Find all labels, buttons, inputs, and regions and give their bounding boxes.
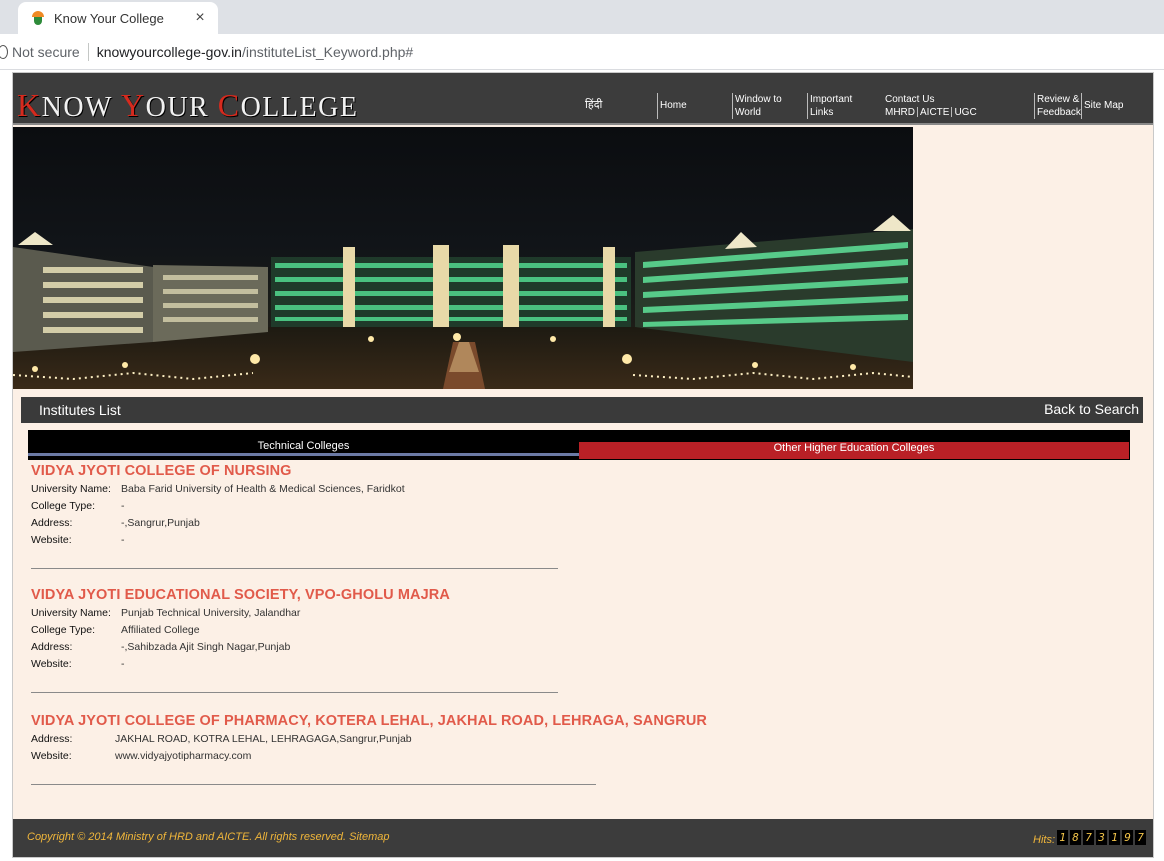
college-name-link[interactable]: VIDYA JYOTI COLLEGE OF NURSING <box>31 463 1131 479</box>
hit-counter: 1 8 7 3 1 9 7 <box>1057 830 1146 845</box>
nav-divider <box>807 93 808 119</box>
url-text[interactable]: knowyourcollege-gov.in/instituteList_Key… <box>97 44 413 60</box>
tab-other-higher-education[interactable]: Other Higher Education Colleges <box>579 442 1129 459</box>
hit-digit: 8 <box>1070 830 1081 845</box>
website-link[interactable]: www.vidyajyotipharmacy.com <box>115 750 251 762</box>
tab-title: Know Your College <box>54 10 164 26</box>
nav-mhrd[interactable]: MHRD <box>885 107 915 118</box>
browser-tabstrip: Know Your College × <box>0 0 1164 34</box>
nav-contact-us[interactable]: Contact Us <box>885 93 977 106</box>
list-item: VIDYA JYOTI COLLEGE OF NURSING Universit… <box>31 463 1131 569</box>
nav-important-links[interactable]: Important Links <box>810 93 852 119</box>
hits-label: Hits: <box>1033 834 1055 846</box>
nav-contact: Contact Us MHRD AICTE UGC <box>885 93 977 119</box>
nav-divider <box>1081 93 1082 119</box>
close-icon[interactable]: × <box>192 10 208 26</box>
hit-digit: 7 <box>1083 830 1094 845</box>
address-field: Address: JAKHAL ROAD, KOTRA LEHAL, LEHRAG… <box>31 733 412 745</box>
address-field: Address: -,Sahibzada Ajit Singh Nagar,Pun… <box>31 641 291 653</box>
info-icon[interactable] <box>0 44 8 59</box>
university-field: University Name: Baba Farid University of… <box>31 483 405 495</box>
address-divider <box>87 42 89 61</box>
website-field: Website: - <box>31 658 125 670</box>
page: KNOW YOUR COLLEGE हिंदी Home Window to Wo… <box>12 72 1154 858</box>
hit-digit: 1 <box>1109 830 1120 845</box>
browser-tab[interactable]: Know Your College × <box>18 2 218 34</box>
back-to-search-link[interactable]: Back to Search <box>1044 401 1139 417</box>
institutes-list-title: Institutes List <box>39 402 121 418</box>
favicon-icon <box>30 10 46 26</box>
address-bar[interactable]: Not secure knowyourcollege-gov.in/instit… <box>0 34 1164 70</box>
hit-digit: 3 <box>1096 830 1107 845</box>
campus-illustration <box>13 215 913 389</box>
security-label[interactable]: Not secure <box>12 44 80 60</box>
hit-digit: 9 <box>1122 830 1133 845</box>
tab-technical-colleges[interactable]: Technical Colleges <box>28 430 579 456</box>
nav-aicte[interactable]: AICTE <box>920 107 949 118</box>
hit-digit: 7 <box>1135 830 1146 845</box>
nav-divider <box>657 93 658 119</box>
nav-review-feedback[interactable]: Review & Feedback <box>1037 93 1081 119</box>
entry-divider <box>31 568 558 569</box>
site-footer: Copyright © 2014 Ministry of HRD and AIC… <box>13 819 1153 857</box>
university-field: University Name: Punjab Technical Univers… <box>31 607 301 619</box>
college-name-link[interactable]: VIDYA JYOTI EDUCATIONAL SOCIETY, VPO-GHO… <box>31 587 1131 603</box>
college-name-link[interactable]: VIDYA JYOTI COLLEGE OF PHARMACY, KOTERA … <box>31 713 1131 729</box>
nav-home[interactable]: Home <box>660 99 687 112</box>
entry-divider <box>31 692 558 693</box>
college-type-field: College Type: Affiliated College <box>31 624 200 636</box>
college-type-field: College Type: - <box>31 500 125 512</box>
site-header: KNOW YOUR COLLEGE हिंदी Home Window to Wo… <box>13 73 1153 125</box>
nav-site-map[interactable]: Site Map <box>1084 99 1123 112</box>
nav-window-to-world[interactable]: Window to World <box>735 93 782 119</box>
list-item: VIDYA JYOTI COLLEGE OF PHARMACY, KOTERA … <box>31 713 1131 785</box>
list-item: VIDYA JYOTI EDUCATIONAL SOCIETY, VPO-GHO… <box>31 587 1131 693</box>
campus-banner-image <box>13 127 913 389</box>
institutes-list-header: Institutes List Back to Search <box>21 397 1143 423</box>
nav-ugc[interactable]: UGC <box>954 107 976 118</box>
entry-divider <box>31 784 596 785</box>
college-category-tabs: Technical Colleges Other Higher Educatio… <box>28 430 1130 460</box>
website-field: Website: www.vidyajyotipharmacy.com <box>31 750 252 762</box>
nav-divider <box>732 93 733 119</box>
address-field: Address: -,Sangrur,Punjab <box>31 517 200 529</box>
nav-divider <box>1034 93 1035 119</box>
hit-digit: 1 <box>1057 830 1068 845</box>
nav-hindi[interactable]: हिंदी <box>585 98 602 111</box>
website-field: Website: - <box>31 534 125 546</box>
copyright-text: Copyright © 2014 Ministry of HRD and AIC… <box>27 831 390 843</box>
site-logo[interactable]: KNOW YOUR COLLEGE <box>17 87 358 124</box>
